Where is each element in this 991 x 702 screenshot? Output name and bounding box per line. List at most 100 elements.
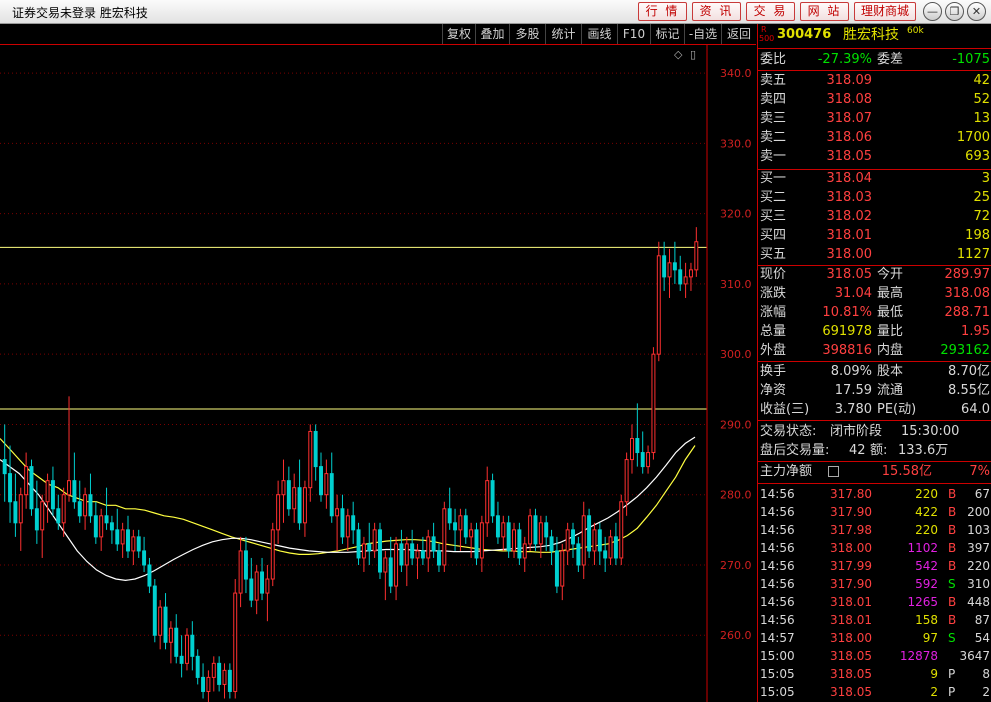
bid-row[interactable]: 买五 318.00 1127 (758, 246, 991, 264)
fundamental-row[interactable]: 净资 17.59 流通 8.55亿 (758, 382, 991, 400)
ask-row[interactable]: 卖三 318.07 13 (758, 110, 991, 128)
trade-row[interactable]: 14:56 318.00 1102 B 397 (758, 539, 991, 557)
main-force-pct: 7% (969, 464, 990, 479)
trade-volume: 9 (930, 667, 938, 681)
bid-volume: 25 (973, 190, 990, 205)
minimize-icon[interactable]: — (923, 2, 942, 21)
trade-volume: 220 (915, 523, 938, 537)
trade-volume: 422 (915, 505, 938, 519)
trade-side: B (948, 541, 957, 555)
remove-watchlist-button[interactable]: -自选 (684, 24, 721, 44)
back-button[interactable]: 返回 (721, 24, 756, 44)
candle (410, 529, 415, 565)
draw-line-button[interactable]: 画线 (581, 24, 617, 44)
ask-label: 卖五 (760, 73, 787, 88)
stat-label-2: 量比 (877, 324, 904, 339)
candle (109, 515, 114, 544)
fund-value-2: 8.55亿 (948, 383, 990, 398)
bid-row[interactable]: 买三 318.02 72 (758, 208, 991, 226)
trade-row[interactable]: 14:56 317.99 542 B 220 (758, 557, 991, 575)
candle (292, 473, 297, 523)
candle (260, 557, 265, 601)
trade-row[interactable]: 14:56 318.01 1265 B 448 (758, 593, 991, 611)
diamond-icon[interactable]: ◇ (674, 48, 683, 61)
trade-row[interactable]: 14:56 317.90 592 S 310 (758, 575, 991, 593)
f10-button[interactable]: F10 (617, 24, 650, 44)
nav-quotes-button[interactable]: 行 情 (638, 2, 687, 21)
candle (88, 473, 93, 523)
trade-count: 200 (967, 505, 990, 519)
candle (281, 459, 286, 523)
stat-label: 涨幅 (760, 305, 787, 320)
candle (190, 621, 195, 671)
trade-price: 318.05 (830, 649, 872, 663)
stat-label-2: 最高 (877, 286, 904, 301)
bid-volume: 3 (981, 171, 990, 186)
stat-row[interactable]: 涨跌 31.04 最高 318.08 (758, 285, 991, 303)
candle (184, 628, 189, 671)
fundamental-row[interactable]: 换手 8.09% 股本 8.70亿 (758, 363, 991, 381)
bid-row[interactable]: 买四 318.01 198 (758, 227, 991, 245)
trade-row[interactable]: 15:05 318.05 9 P 8 (758, 665, 991, 683)
quote-panel: R 500 300476 胜宏科技 60k 委比 -27.39% 委差 -107… (757, 24, 991, 702)
y-tick-label: 270.0 (720, 559, 752, 572)
ask-row[interactable]: 卖四 318.08 52 (758, 91, 991, 109)
adjust-rights-button[interactable]: 复权 (442, 24, 475, 44)
stat-label-2: 今开 (877, 267, 904, 282)
candle (297, 459, 302, 530)
nav-mall-button[interactable]: 理财商城 (854, 2, 916, 21)
bid-label: 买一 (760, 171, 787, 186)
candle (270, 522, 275, 587)
bid-price: 318.03 (826, 190, 873, 205)
restore-icon[interactable]: ❐ (945, 2, 964, 21)
candle (501, 515, 506, 551)
trade-row[interactable]: 14:56 318.01 158 B 87 (758, 611, 991, 629)
trade-row[interactable]: 15:00 318.05 12878 3647 (758, 647, 991, 665)
trade-row[interactable]: 14:56 317.80 220 B 67 (758, 485, 991, 503)
y-tick-label: 340.0 (720, 67, 752, 80)
candle (131, 529, 136, 565)
close-icon[interactable]: ✕ (967, 2, 986, 21)
multi-stock-button[interactable]: 多股 (509, 24, 545, 44)
candle (179, 635, 184, 678)
statistics-button[interactable]: 统计 (545, 24, 581, 44)
fundamental-row[interactable]: 收益(三) 3.780 PE(动) 64.0 (758, 401, 991, 419)
stat-row[interactable]: 总量 691978 量比 1.95 (758, 323, 991, 341)
trade-row[interactable]: 14:57 318.00 97 S 54 (758, 629, 991, 647)
ask-row[interactable]: 卖一 318.05 693 (758, 148, 991, 166)
y-tick-label: 290.0 (720, 418, 752, 431)
overlay-button[interactable]: 叠加 (475, 24, 509, 44)
ask-price: 318.08 (826, 92, 873, 107)
candle (34, 480, 39, 544)
nav-news-button[interactable]: 资 讯 (692, 2, 741, 21)
trade-row[interactable]: 14:56 317.90 422 B 200 (758, 503, 991, 521)
main-force-row[interactable]: 主力净额 15.58亿 7% (758, 463, 991, 481)
bid-volume: 72 (973, 209, 990, 224)
trade-row[interactable]: 14:56 317.98 220 B 103 (758, 521, 991, 539)
nav-trade-button[interactable]: 交 易 (746, 2, 795, 21)
stat-row[interactable]: 现价 318.05 今开 289.97 (758, 266, 991, 284)
trade-row[interactable]: 15:05 318.05 2 P 2 (758, 683, 991, 701)
list-icon[interactable] (828, 466, 839, 477)
ask-row[interactable]: 卖五 318.09 42 (758, 72, 991, 90)
trade-count: 220 (967, 559, 990, 573)
mark-button[interactable]: 标记 (650, 24, 684, 44)
bid-row[interactable]: 买一 318.04 3 (758, 170, 991, 188)
kline-chart[interactable]: 340.0 330.0 320.0 310.0 300.0 290.0 280.0 270.0… (0, 45, 756, 702)
bid-row[interactable]: 买二 318.03 25 (758, 189, 991, 207)
stat-row[interactable]: 涨幅 10.81% 最低 288.71 (758, 304, 991, 322)
panel-toggle-icon[interactable]: ▯ (690, 48, 696, 61)
trade-volume: 592 (915, 577, 938, 591)
candle (469, 522, 474, 558)
candle (13, 473, 18, 537)
badge-500: 500 (759, 34, 775, 43)
trade-time: 14:56 (760, 487, 795, 501)
ask-row[interactable]: 卖二 318.06 1700 (758, 129, 991, 147)
stat-row[interactable]: 外盘 398816 内盘 293162 (758, 342, 991, 360)
nav-website-button[interactable]: 网 站 (800, 2, 849, 21)
trade-side: B (948, 559, 957, 573)
weibi-value: -27.39% (817, 52, 872, 67)
candle (506, 515, 511, 558)
candle (367, 522, 372, 565)
y-tick-label: 300.0 (720, 348, 752, 361)
